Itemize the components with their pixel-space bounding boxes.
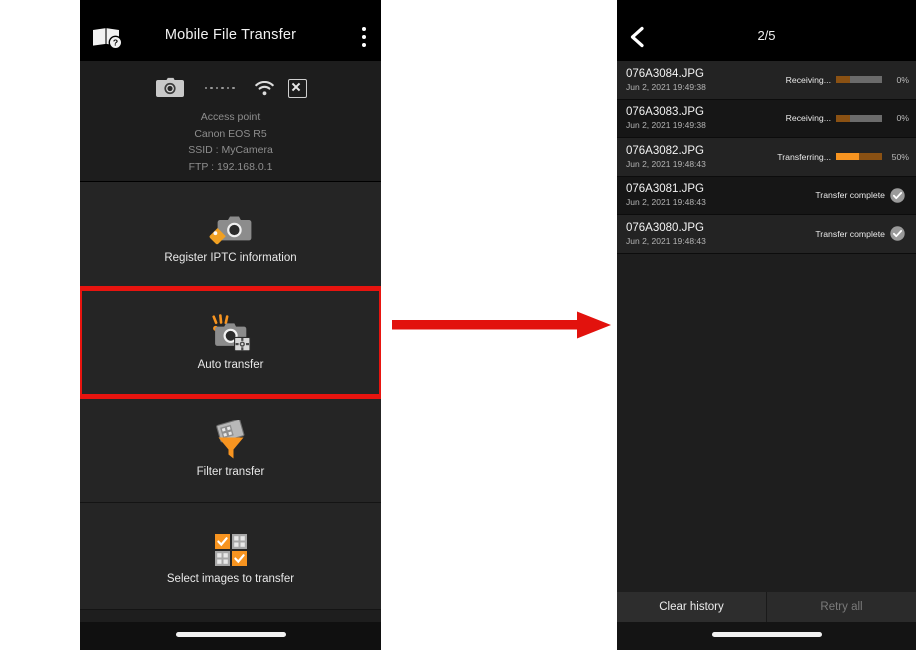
menu-item-label: Select images to transfer (166, 573, 295, 585)
transfer-list: 076A3084.JPG Jun 2, 2021 19:49:38 Receiv… (617, 61, 916, 254)
file-timestamp: Jun 2, 2021 19:48:43 (626, 197, 706, 208)
camera-tag-icon (208, 206, 254, 246)
file-timestamp: Jun 2, 2021 19:49:38 (626, 120, 706, 131)
transfer-progress-group: Transfer complete (815, 188, 909, 203)
file-name: 076A3081.JPG (626, 183, 705, 196)
progress-bar (836, 114, 882, 122)
status-text: Receiving... (785, 113, 831, 124)
home-indicator-bar-right (617, 622, 916, 650)
ap-ftp: FTP : 192.168.0.1 (188, 160, 273, 173)
camera-icon (155, 77, 185, 99)
app-title-bar: ? Mobile File Transfer (80, 14, 381, 61)
transfer-action-buttons: Clear history Retry all (617, 592, 916, 622)
transfer-file-info: 076A3080.JPG Jun 2, 2021 19:48:43 (626, 221, 815, 247)
transfer-file-info: 076A3084.JPG Jun 2, 2021 19:49:38 (626, 67, 786, 93)
table-row[interactable]: 076A3082.JPG Jun 2, 2021 19:48:43 Transf… (617, 138, 916, 177)
menu-item-select-images[interactable]: Select images to transfer (80, 503, 381, 610)
home-indicator-bar-left (80, 622, 381, 650)
file-name: 076A3084.JPG (626, 67, 705, 80)
menu-item-label: Filter transfer (196, 466, 265, 478)
table-row[interactable]: 076A3083.JPG Jun 2, 2021 19:49:38 Receiv… (617, 99, 916, 138)
status-text: Transfer complete (815, 228, 885, 239)
ap-ssid: SSID : MyCamera (188, 144, 273, 156)
transfer-progress-group: Receiving... 0% (786, 75, 909, 85)
check-circle-icon (890, 226, 905, 241)
progress-percent: 0% (896, 74, 909, 85)
status-text: Transferring... (777, 151, 831, 162)
file-timestamp: Jun 2, 2021 19:48:43 (626, 158, 706, 169)
home-indicator[interactable] (175, 632, 286, 637)
menu-item-label: Auto transfer (197, 359, 264, 371)
transfer-progress-group: Receiving... 0% (786, 113, 909, 123)
phone-screen-left: ? Mobile File Transfer Access point Cano… (80, 0, 381, 650)
disconnect-x-icon[interactable] (287, 78, 307, 98)
clear-history-button[interactable]: Clear history (617, 592, 767, 622)
table-row[interactable]: 076A3081.JPG Jun 2, 2021 19:48:43 Transf… (617, 176, 916, 215)
select-images-grid-icon (214, 527, 248, 567)
camera-auto-transfer-icon (207, 313, 255, 353)
retry-all-button[interactable]: Retry all (767, 592, 916, 622)
check-circle-icon (890, 188, 905, 203)
progress-percent: 0% (896, 113, 909, 124)
connection-dots-icon (199, 86, 241, 90)
transfer-file-info: 076A3082.JPG Jun 2, 2021 19:48:43 (626, 144, 777, 170)
connection-icon-row (80, 73, 381, 103)
wifi-icon (254, 80, 274, 96)
access-point-info: Access point Canon EOS R5 SSID : MyCamer… (80, 109, 381, 175)
flow-arrow-right (392, 311, 611, 339)
transfer-file-info: 076A3081.JPG Jun 2, 2021 19:48:43 (626, 182, 815, 208)
page-counter: 2/5 (757, 28, 776, 43)
transfer-title-bar: 2/5 (617, 14, 916, 61)
progress-bar (836, 76, 882, 84)
phone-screen-right: 2/5 076A3084.JPG Jun 2, 2021 19:49:38 Re… (617, 0, 916, 650)
funnel-filter-icon (210, 420, 252, 460)
file-name: 076A3083.JPG (626, 106, 705, 119)
file-name: 076A3082.JPG (626, 144, 705, 157)
progress-bar (836, 153, 882, 161)
ap-model: Canon EOS R5 (194, 127, 267, 140)
transfer-file-info: 076A3083.JPG Jun 2, 2021 19:49:38 (626, 105, 786, 131)
status-bar-left (80, 0, 381, 14)
file-timestamp: Jun 2, 2021 19:48:43 (626, 235, 706, 246)
home-indicator[interactable] (711, 632, 822, 637)
connection-status-panel: Access point Canon EOS R5 SSID : MyCamer… (80, 61, 381, 182)
menu-item-register-iptc[interactable]: Register IPTC information (80, 182, 381, 289)
file-name: 076A3080.JPG (626, 221, 705, 234)
status-bar-right (617, 0, 916, 14)
table-row[interactable]: 076A3080.JPG Jun 2, 2021 19:48:43 Transf… (617, 215, 916, 254)
page-title: Mobile File Transfer (164, 27, 297, 43)
ap-label: Access point (200, 111, 261, 123)
status-text: Transfer complete (815, 190, 885, 201)
transfer-progress-group: Transferring... 50% (777, 152, 909, 162)
menu-item-filter-transfer[interactable]: Filter transfer (80, 396, 381, 503)
table-row[interactable]: 076A3084.JPG Jun 2, 2021 19:49:38 Receiv… (617, 61, 916, 100)
file-timestamp: Jun 2, 2021 19:49:38 (626, 81, 706, 92)
progress-percent: 50% (891, 151, 909, 162)
main-menu-list: Register IPTC information Auto transfer … (80, 182, 381, 610)
menu-item-auto-transfer[interactable]: Auto transfer (80, 286, 381, 399)
status-text: Receiving... (785, 74, 831, 85)
menu-item-label: Register IPTC information (164, 252, 297, 264)
kebab-menu-icon[interactable] (362, 27, 367, 49)
transfer-progress-group: Transfer complete (815, 226, 909, 241)
